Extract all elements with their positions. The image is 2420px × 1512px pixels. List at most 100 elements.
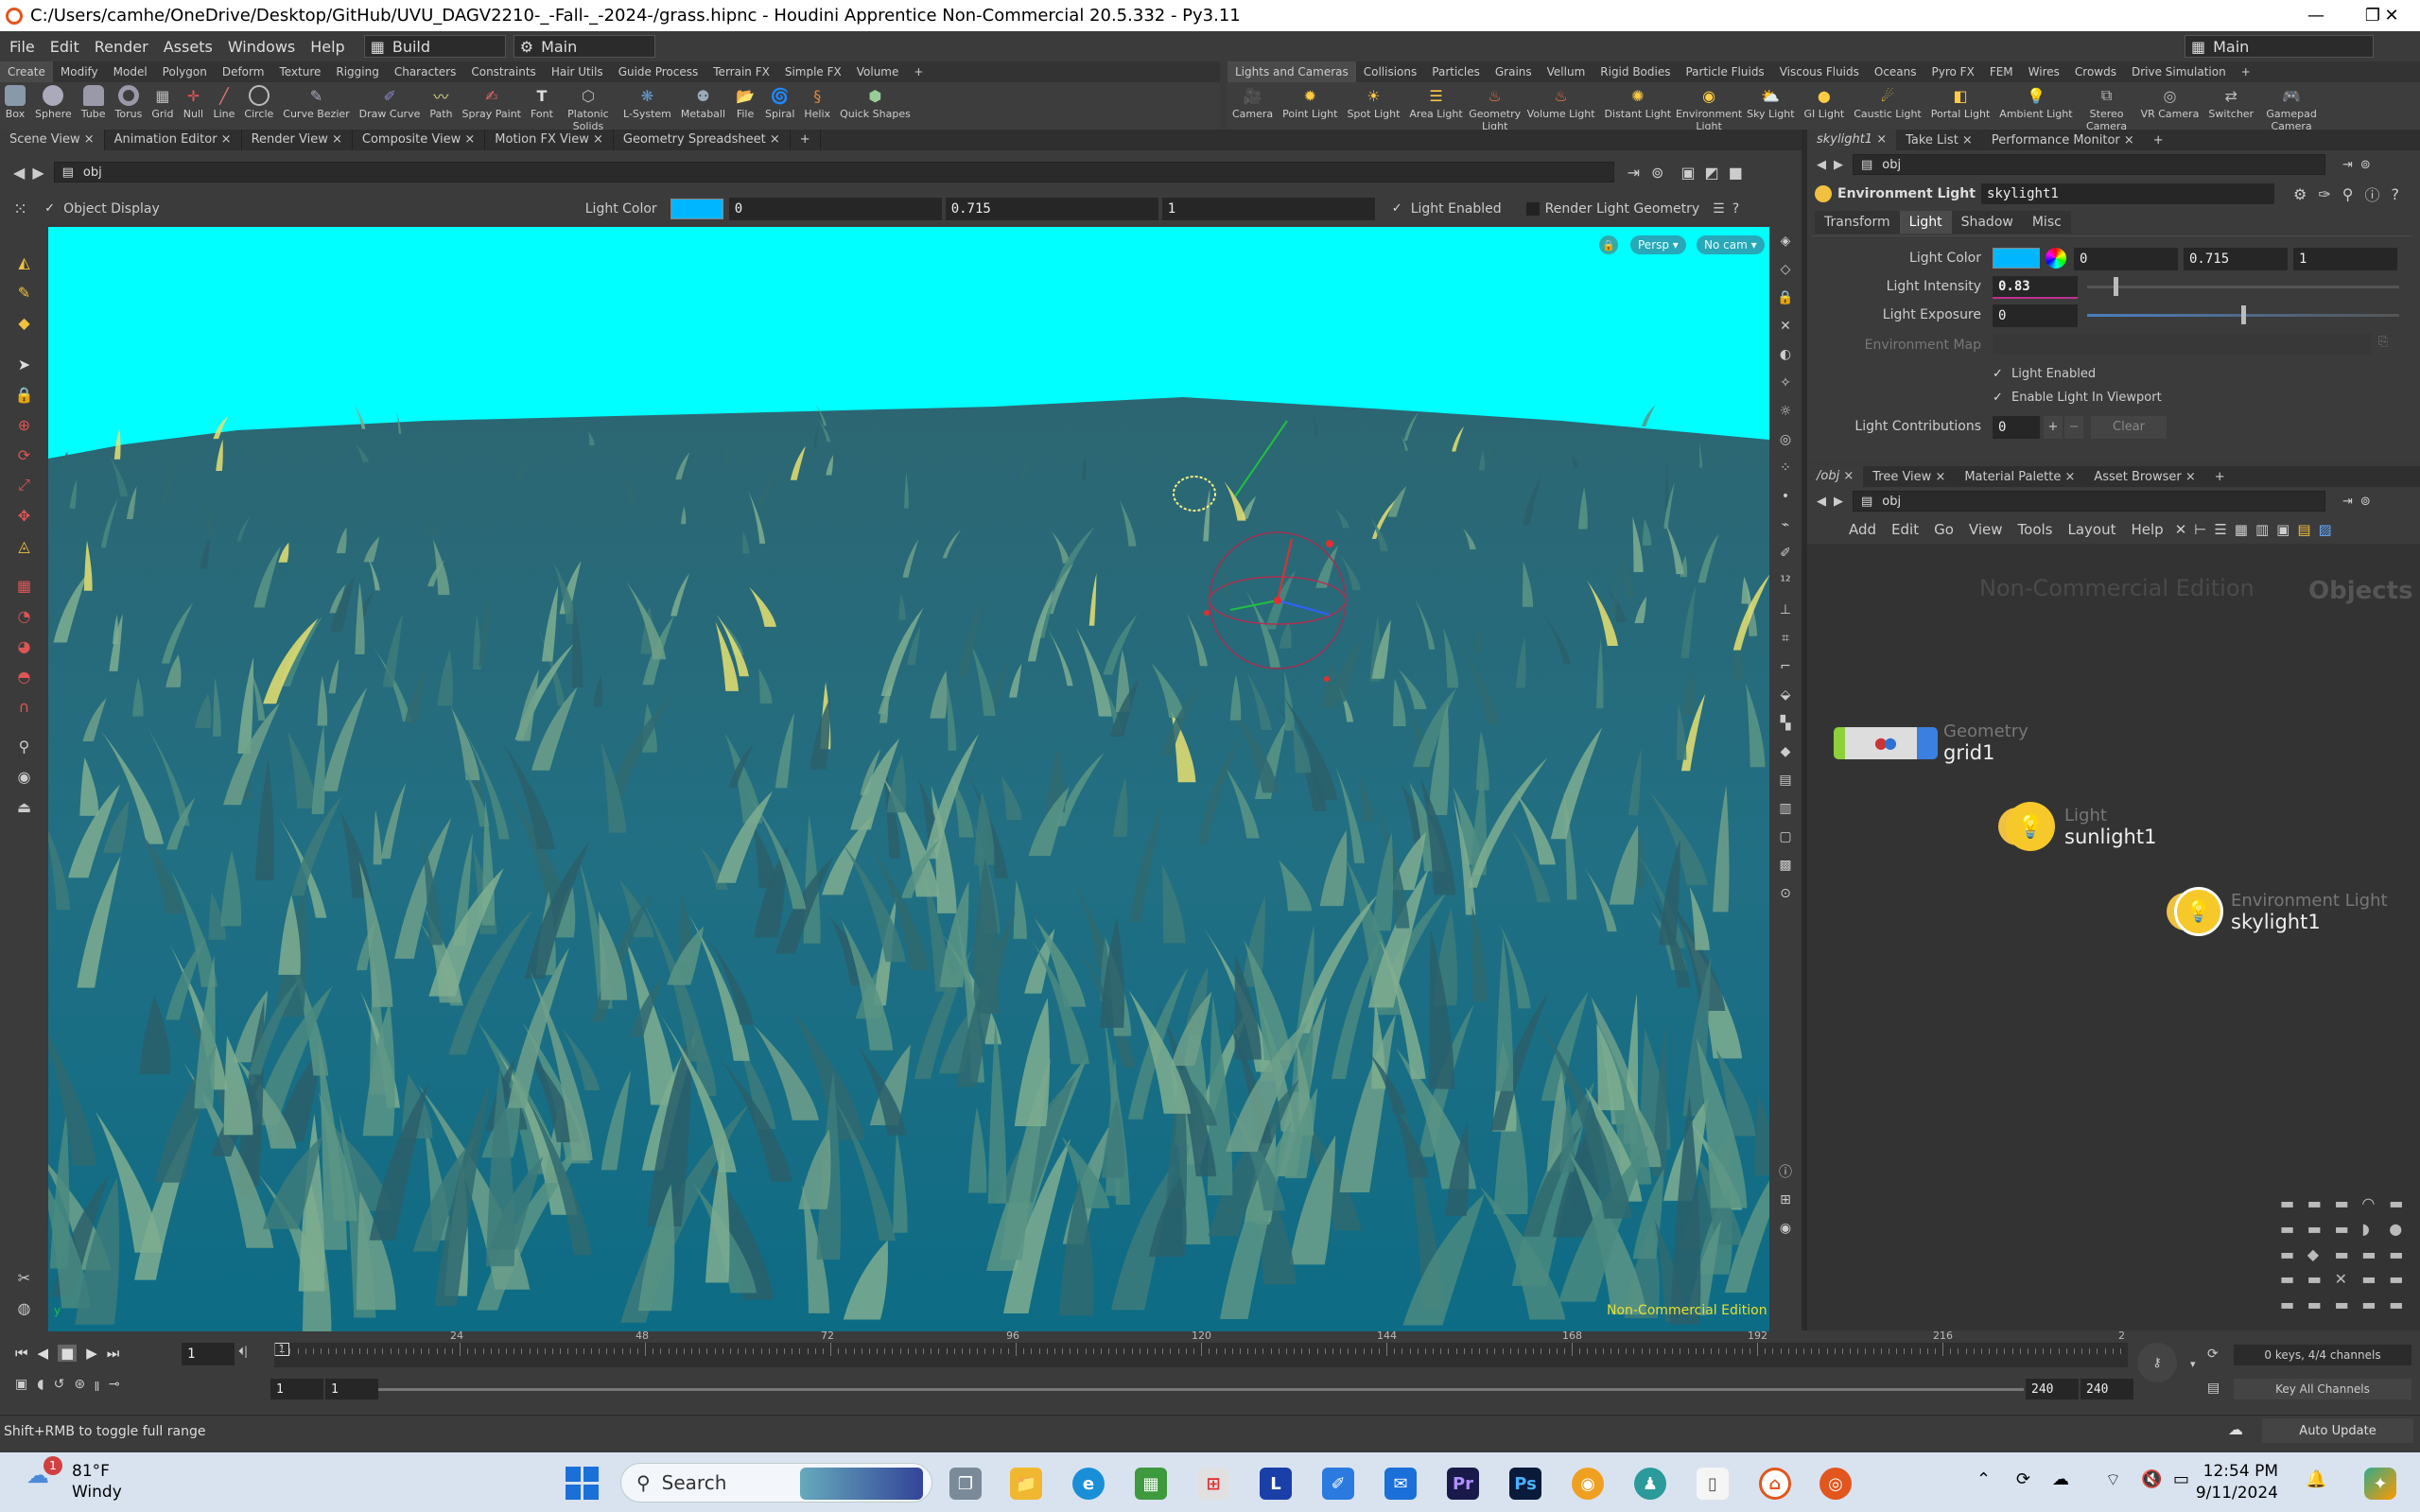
shelf-tab[interactable]: Hair Utils — [544, 61, 611, 82]
light-color-swatch[interactable] — [670, 199, 723, 219]
menu-help[interactable]: Help — [2131, 521, 2163, 538]
pin-icon[interactable]: ⇥ — [2342, 495, 2353, 509]
timeline-track[interactable]: 1 244872961201441681922162 — [274, 1330, 2128, 1367]
eye-icon[interactable]: ◉ — [1774, 1217, 1797, 1240]
menu-tools[interactable]: Tools — [2018, 521, 2053, 538]
enable-light-viewport-toggle[interactable]: ✓ Enable Light In Viewport — [1993, 391, 2162, 405]
search-icon[interactable]: ⚲ — [2342, 185, 2354, 203]
tool-circle[interactable]: Circle — [239, 82, 278, 120]
color-wheel-icon[interactable] — [2046, 248, 2066, 269]
taskbar-mail-icon[interactable]: ✉ — [1384, 1468, 1417, 1500]
menu-view[interactable]: View — [1969, 521, 2003, 538]
tab-motion-fx-view[interactable]: Motion FX View × — [485, 130, 614, 150]
bell-icon[interactable]: 🔔 — [2306, 1469, 2326, 1489]
tool-metaball[interactable]: ⚉ Metaball — [676, 82, 730, 121]
stop-icon[interactable]: ■ — [58, 1345, 78, 1362]
node-skylight1[interactable]: 💡 Environment Light skylight1 — [2174, 887, 2388, 936]
tool-box[interactable]: Box — [0, 82, 30, 120]
grid-dots-icon[interactable]: ⁙ — [13, 200, 27, 219]
tool-gi-light[interactable]: ● GI Light — [1800, 82, 1850, 121]
options-menu-icon[interactable]: ☰ — [1713, 201, 1725, 217]
onedrive-icon[interactable]: ☁ — [2052, 1469, 2069, 1489]
info-icon[interactable]: ⓘ — [1774, 1160, 1797, 1183]
location-icon[interactable]: ⊙ — [1774, 882, 1797, 905]
menu-help[interactable]: Help — [303, 38, 352, 56]
shelf-tab[interactable]: Model — [106, 61, 155, 82]
play-icon[interactable]: ▶ — [86, 1345, 97, 1362]
taskbar-houdini-launcher-icon[interactable]: ⌂ — [1759, 1468, 1791, 1500]
context-dropdown[interactable]: ⚙ Main — [513, 35, 655, 58]
shelf-tab[interactable]: Wires — [2021, 61, 2067, 82]
shelf-tab[interactable]: Oceans — [1867, 61, 1924, 82]
tool-stereo-camera[interactable]: ⧉ Stereo Camera — [2078, 82, 2136, 132]
light-color-r-field[interactable]: 0 — [2074, 248, 2178, 270]
shelf-tab[interactable]: Terrain FX — [705, 61, 777, 82]
transform-tool-icon[interactable]: ✥ — [10, 502, 39, 529]
scene-viewport[interactable]: Non-Commercial Edition y 🔒 Persp ▾ No ca… — [48, 227, 1769, 1331]
shelf-tab[interactable]: Modify — [53, 61, 106, 82]
pen-icon[interactable]: ✐ — [1774, 542, 1797, 565]
tool-tube[interactable]: Tube — [77, 82, 111, 120]
node-shape-palette[interactable]: ▬ ▬ ▬ ◠ ▬ ▬ ▬ ▬ ◗ ● ▬ ◆ ▬ ▬ ▬ ▬ ▬ ✕ ▬ ▬ ▬ ▬ ▬ ▬ ▬ — [2280, 1194, 2412, 1317]
slider-handle[interactable] — [2241, 305, 2246, 324]
uv-icon[interactable]: ⌗ — [1774, 627, 1797, 650]
shading-icon[interactable]: ◐ — [1774, 343, 1797, 366]
diamond-icon[interactable]: ◆ — [1774, 740, 1797, 763]
brush-icon[interactable]: ⌁ — [1774, 513, 1797, 536]
tool-torus[interactable]: Torus — [111, 82, 148, 120]
display-option-icon[interactable]: ◈ — [1774, 230, 1797, 252]
tool-l-system[interactable]: ❋ L-System — [618, 82, 676, 121]
tab-transform[interactable]: Transform — [1815, 211, 1900, 234]
range-start2-field[interactable]: 1 — [325, 1379, 378, 1399]
select-arrow-icon[interactable]: ➤ — [10, 351, 39, 377]
menu-render[interactable]: Render — [87, 38, 156, 56]
grid-toggle-icon[interactable]: ▤ — [1774, 769, 1797, 791]
wireframe-icon[interactable]: ◎ — [1774, 428, 1797, 451]
menu-layout[interactable]: Layout — [2067, 521, 2115, 538]
xray-icon[interactable]: ✕ — [1774, 315, 1797, 338]
shelf-tab[interactable]: Viscous Fluids — [1772, 61, 1867, 82]
step-back-icon[interactable]: ◀ — [38, 1345, 49, 1362]
guide-icon[interactable]: ⌐ — [1774, 655, 1797, 678]
taskbar-premiere-icon[interactable]: Pr — [1447, 1468, 1479, 1500]
tool-curve-bezier[interactable]: ✎ Curve Bezier — [278, 82, 354, 121]
tab-material-palette[interactable]: Material Palette × — [1955, 470, 2084, 484]
image-icon[interactable]: ▨ — [2319, 521, 2332, 538]
back-arrow-icon[interactable]: ◀ — [13, 164, 25, 182]
taskbar-app-icon[interactable]: ◉ — [1572, 1468, 1604, 1500]
stack-icon[interactable]: ▥ — [1774, 797, 1797, 820]
prev-key-icon[interactable]: ⏴| — [238, 1345, 248, 1359]
loop-icon[interactable]: ↺ — [54, 1377, 65, 1399]
shelf-tab[interactable]: Texture — [271, 61, 328, 82]
cloud-icon[interactable]: ☁ — [2228, 1420, 2243, 1438]
taskbar-pen-app-icon[interactable]: ✐ — [1322, 1468, 1354, 1500]
numbers-icon[interactable]: ¹² — [1774, 570, 1797, 593]
pose-tool-icon[interactable]: ◬ — [10, 532, 39, 559]
battery-icon[interactable]: ▭ — [2173, 1469, 2189, 1489]
shelf-tab[interactable]: Drive Simulation — [2124, 61, 2234, 82]
tab-misc[interactable]: Misc — [2022, 211, 2071, 234]
menu-add[interactable]: Add — [1849, 521, 1876, 538]
tab-shadow[interactable]: Shadow — [1951, 211, 2023, 234]
wifi-icon[interactable]: ⌔ — [2105, 1469, 2121, 1491]
maximize-pane-icon[interactable]: ■ — [1729, 164, 1743, 182]
close-button[interactable]: ✕ — [2364, 0, 2419, 31]
dot-icon[interactable]: • — [1774, 485, 1797, 508]
camera-menu[interactable]: No cam ▾ — [1697, 235, 1765, 254]
tab-scene-view[interactable]: Scene View × — [0, 130, 105, 150]
tab-obj[interactable]: /obj × — [1807, 466, 1864, 487]
checker-icon[interactable]: ▚ — [1774, 712, 1797, 735]
shelf-tab[interactable]: Volume — [849, 61, 907, 82]
tool-sphere[interactable]: Sphere — [30, 82, 77, 120]
tool-null[interactable]: ✛ Null — [178, 82, 208, 121]
clock-time[interactable]: 12:54 PM — [2203, 1462, 2278, 1481]
gear-icon[interactable]: ⚙ — [2293, 185, 2307, 203]
tool-spiral[interactable]: 🌀 Spiral — [760, 82, 799, 121]
ghost-icon[interactable]: ◇ — [1774, 258, 1797, 281]
tool-font[interactable]: T Font — [526, 82, 558, 121]
tool-environment-light[interactable]: ◉ Environment Light — [1676, 82, 1742, 133]
handle-tool-icon[interactable]: ◭ — [10, 249, 39, 275]
snap-prim-icon[interactable]: ◔ — [10, 602, 39, 629]
add-shelf-tab-icon[interactable]: + — [906, 61, 931, 82]
forward-arrow-icon[interactable]: ▶ — [1834, 495, 1843, 509]
